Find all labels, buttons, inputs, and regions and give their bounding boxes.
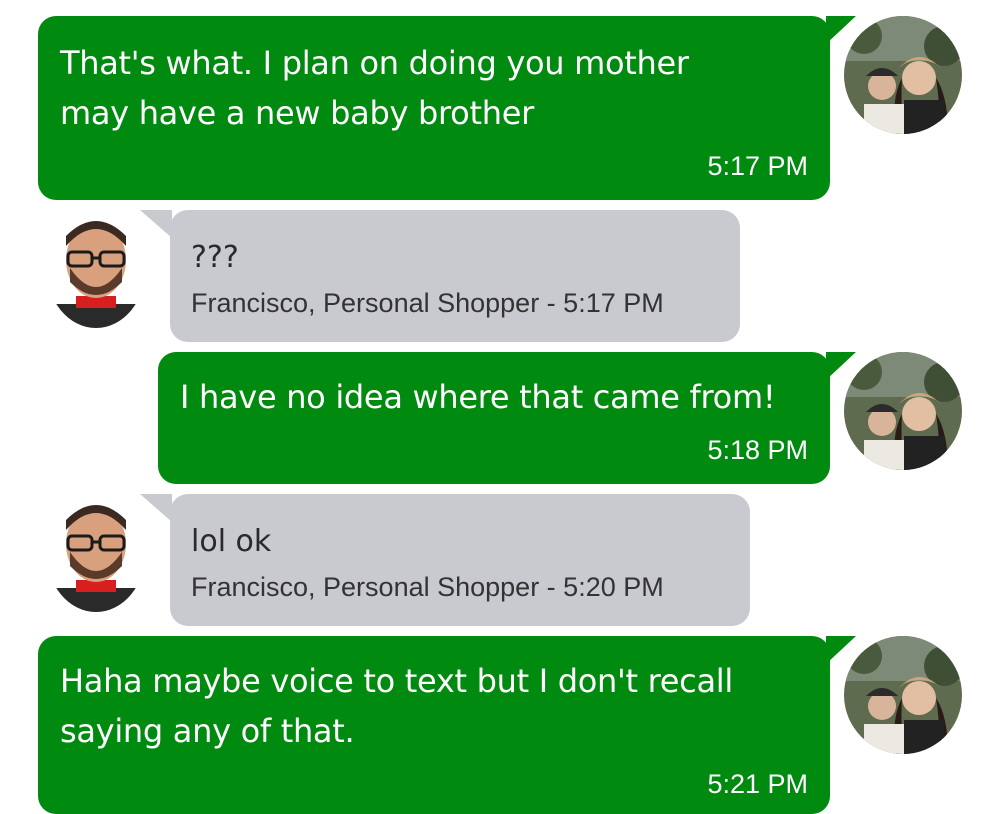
user-avatar-photo-icon xyxy=(844,636,962,754)
message-bubble[interactable]: That's what. I plan on doing you mother … xyxy=(38,16,856,200)
shopper-avatar-photo-icon xyxy=(46,490,146,612)
message-text-line: Haha maybe voice to text but I don't rec… xyxy=(60,662,733,700)
message-sender-timestamp: Francisco, Personal Shopper - 5:20 PM xyxy=(191,572,664,602)
user-avatar[interactable] xyxy=(844,16,962,134)
shopper-avatar-photo-icon xyxy=(46,206,146,328)
message-bubble[interactable]: ??? Francisco, Personal Shopper - 5:17 P… xyxy=(140,210,740,342)
message-timestamp: 5:21 PM xyxy=(707,769,808,799)
user-avatar-photo-icon xyxy=(844,16,962,134)
message-text-line: That's what. I plan on doing you mother xyxy=(60,44,689,82)
message-timestamp: 5:18 PM xyxy=(707,435,808,465)
user-avatar-photo-icon xyxy=(844,352,962,470)
message-sender-timestamp: Francisco, Personal Shopper - 5:17 PM xyxy=(191,288,664,318)
message-text-line: may have a new baby brother xyxy=(60,94,534,132)
shopper-avatar[interactable] xyxy=(46,206,146,328)
user-avatar[interactable] xyxy=(844,636,962,754)
user-avatar[interactable] xyxy=(844,352,962,470)
message-text: I have no idea where that came from! xyxy=(180,372,810,422)
message-bubble[interactable]: Haha maybe voice to text but I don't rec… xyxy=(38,636,856,814)
message-text-line: I have no idea where that came from! xyxy=(180,378,776,416)
message-text-line: saying any of that. xyxy=(60,712,355,750)
message-text: lol ok xyxy=(191,524,272,559)
message-text: Haha maybe voice to text but I don't rec… xyxy=(60,656,810,756)
message-bubble[interactable]: I have no idea where that came from! 5:1… xyxy=(158,352,856,484)
message-text: ??? xyxy=(191,240,239,275)
message-timestamp: 5:17 PM xyxy=(707,151,808,181)
shopper-avatar[interactable] xyxy=(46,490,146,612)
message-bubble[interactable]: lol ok Francisco, Personal Shopper - 5:2… xyxy=(140,494,750,626)
message-text: That's what. I plan on doing you mother … xyxy=(60,38,810,138)
